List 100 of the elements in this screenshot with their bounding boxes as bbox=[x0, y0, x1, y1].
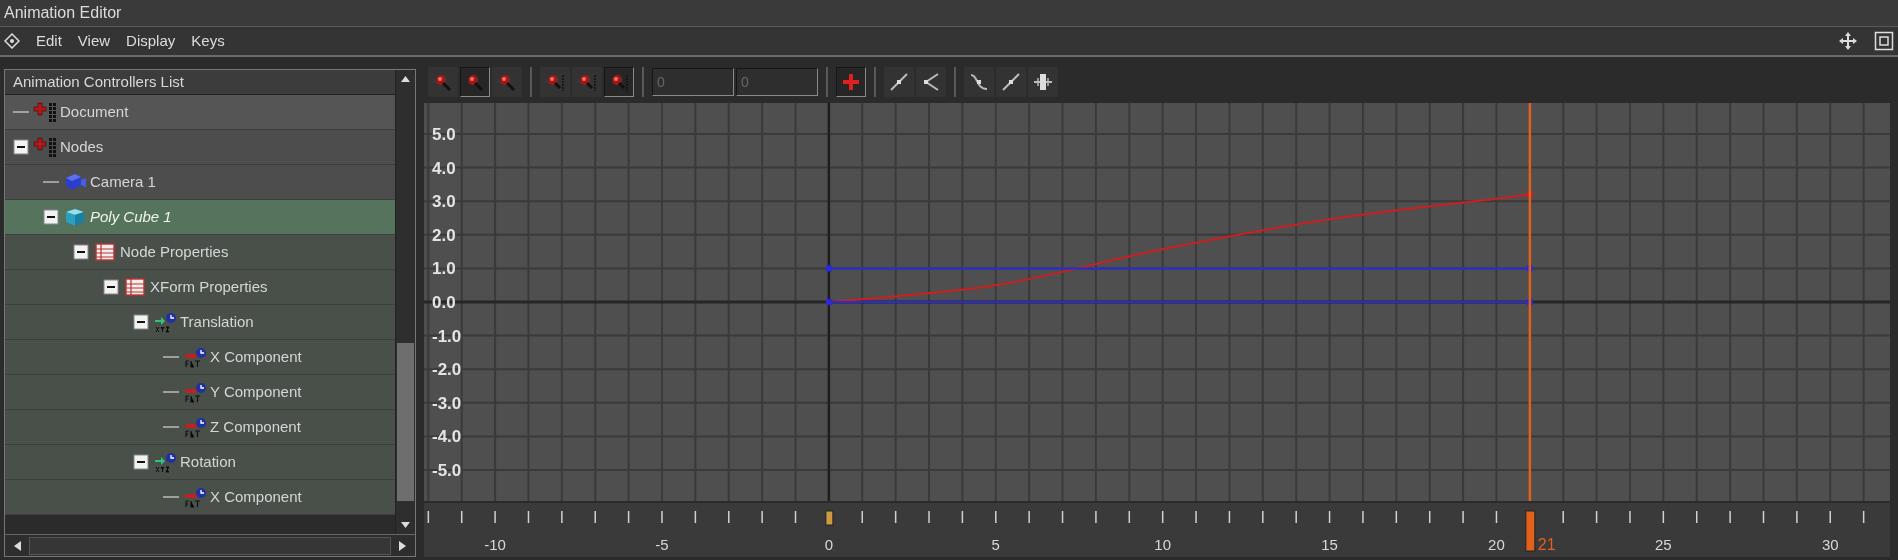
restore-icon[interactable] bbox=[1874, 31, 1894, 51]
axis-label: -2.0 bbox=[432, 360, 462, 380]
tree-line bbox=[163, 496, 179, 498]
curve-icon bbox=[968, 71, 990, 93]
tree-row[interactable]: Node Properties bbox=[5, 235, 395, 270]
tree-row[interactable]: Nodes bbox=[5, 130, 395, 165]
tangent-icon bbox=[888, 71, 910, 93]
tangent-icon bbox=[1032, 71, 1054, 93]
tree-row[interactable]: Document bbox=[5, 95, 395, 130]
tree-row[interactable]: Poly Cube 1 bbox=[5, 200, 395, 235]
toolbar-button[interactable] bbox=[964, 67, 994, 97]
tree-line bbox=[13, 111, 29, 113]
tree-row[interactable]: X Component bbox=[5, 480, 395, 515]
collapse-icon[interactable] bbox=[133, 314, 149, 330]
properties-icon bbox=[123, 276, 147, 298]
axis-label: 0.0 bbox=[432, 293, 456, 312]
tick-label: 10 bbox=[1154, 536, 1171, 553]
properties-icon bbox=[93, 241, 117, 263]
tick-label: 15 bbox=[1321, 536, 1338, 553]
group-icon bbox=[33, 101, 57, 123]
mesh-icon bbox=[63, 206, 87, 228]
tree-line bbox=[163, 426, 179, 428]
time-cursor[interactable] bbox=[1528, 103, 1532, 501]
toolbar-button[interactable] bbox=[1028, 67, 1058, 97]
tick-label: 20 bbox=[1488, 536, 1505, 553]
menu-item[interactable]: Display bbox=[126, 29, 176, 53]
tree-row[interactable]: Translation bbox=[5, 305, 395, 340]
tick-label: 30 bbox=[1821, 536, 1839, 553]
axis-label: -3.0 bbox=[432, 393, 462, 413]
tree-label: Poly Cube 1 bbox=[90, 206, 172, 227]
collapse-icon[interactable] bbox=[43, 209, 59, 225]
time-marker[interactable] bbox=[1525, 510, 1536, 552]
toolbar-button[interactable] bbox=[460, 67, 490, 97]
float-icon bbox=[183, 486, 207, 508]
key-marker[interactable] bbox=[825, 510, 834, 526]
diamond-icon[interactable] bbox=[4, 33, 20, 49]
axis-label: 2.0 bbox=[432, 225, 456, 245]
toolbar-button[interactable] bbox=[916, 67, 946, 97]
menu-item[interactable]: Edit bbox=[36, 29, 62, 53]
collapse-icon[interactable] bbox=[13, 139, 29, 155]
tree-row[interactable]: XForm Properties bbox=[5, 270, 395, 305]
tree-label: Y Component bbox=[210, 381, 302, 402]
scrollbar-thumb[interactable] bbox=[29, 536, 391, 555]
tangent-icon bbox=[1000, 71, 1022, 93]
tree-line bbox=[163, 356, 179, 358]
vector-icon bbox=[153, 311, 177, 333]
tick-label: 0 bbox=[824, 536, 834, 553]
tree-label: X Component bbox=[210, 346, 302, 367]
tree-label: Rotation bbox=[180, 451, 236, 472]
list-header: Animation Controllers List bbox=[13, 71, 184, 92]
float-icon bbox=[183, 416, 207, 438]
scrollbar-thumb[interactable] bbox=[397, 343, 414, 501]
collapse-icon[interactable] bbox=[133, 454, 149, 470]
tree-label: Nodes bbox=[60, 136, 104, 157]
vertical-scrollbar[interactable] bbox=[395, 70, 415, 534]
tree-label: X Component bbox=[210, 486, 302, 507]
tree-label: XForm Properties bbox=[150, 276, 268, 297]
collapse-icon[interactable] bbox=[103, 279, 119, 295]
tick-label: -5 bbox=[655, 536, 669, 553]
plus-icon bbox=[840, 71, 862, 93]
tree-line bbox=[43, 181, 59, 183]
horizontal-scrollbar[interactable] bbox=[5, 534, 415, 556]
menu-item[interactable]: Keys bbox=[191, 29, 225, 53]
axis-label: 3.0 bbox=[432, 192, 456, 212]
collapse-icon[interactable] bbox=[73, 244, 89, 260]
toolbar-button[interactable] bbox=[836, 67, 866, 97]
group-icon bbox=[33, 136, 57, 158]
axis-label: 4.0 bbox=[432, 158, 456, 178]
tick-label: 5 bbox=[991, 536, 1000, 553]
tree-row[interactable]: Z Component bbox=[5, 410, 395, 445]
move-icon[interactable] bbox=[1838, 31, 1858, 51]
menu-item[interactable]: View bbox=[77, 29, 111, 53]
tree-row[interactable]: X Component bbox=[5, 340, 395, 375]
axis-label: 1.0 bbox=[432, 259, 456, 279]
toolbar-button[interactable] bbox=[604, 67, 634, 97]
current-time-label: 21 bbox=[1537, 536, 1556, 553]
tree-label: Z Component bbox=[210, 416, 301, 437]
vector-icon bbox=[153, 451, 177, 473]
tree-row[interactable]: Rotation bbox=[5, 445, 395, 480]
axis-label: -1.0 bbox=[432, 326, 462, 346]
tree-label: Camera 1 bbox=[90, 171, 156, 192]
axis-label: -4.0 bbox=[432, 427, 462, 447]
point bbox=[825, 265, 832, 272]
tick-label: -10 bbox=[484, 536, 506, 553]
toolbar-button[interactable] bbox=[996, 67, 1026, 97]
tick-label: 25 bbox=[1655, 536, 1672, 553]
float-icon bbox=[183, 346, 207, 368]
tree-row[interactable]: Y Component bbox=[5, 375, 395, 410]
tree-label: Node Properties bbox=[120, 241, 229, 262]
window-title: Animation Editor bbox=[4, 3, 122, 23]
tree-line bbox=[163, 391, 179, 393]
tree-label: Translation bbox=[180, 311, 254, 332]
axis-label: -5.0 bbox=[432, 461, 462, 481]
tree-label: Document bbox=[60, 101, 129, 122]
axis-label: 5.0 bbox=[432, 124, 456, 144]
float-icon bbox=[183, 381, 207, 403]
camera-icon bbox=[63, 171, 87, 193]
timeline-ruler[interactable] bbox=[424, 503, 1890, 557]
toolbar-button[interactable] bbox=[884, 67, 914, 97]
tree-row[interactable]: Camera 1 bbox=[5, 165, 395, 200]
